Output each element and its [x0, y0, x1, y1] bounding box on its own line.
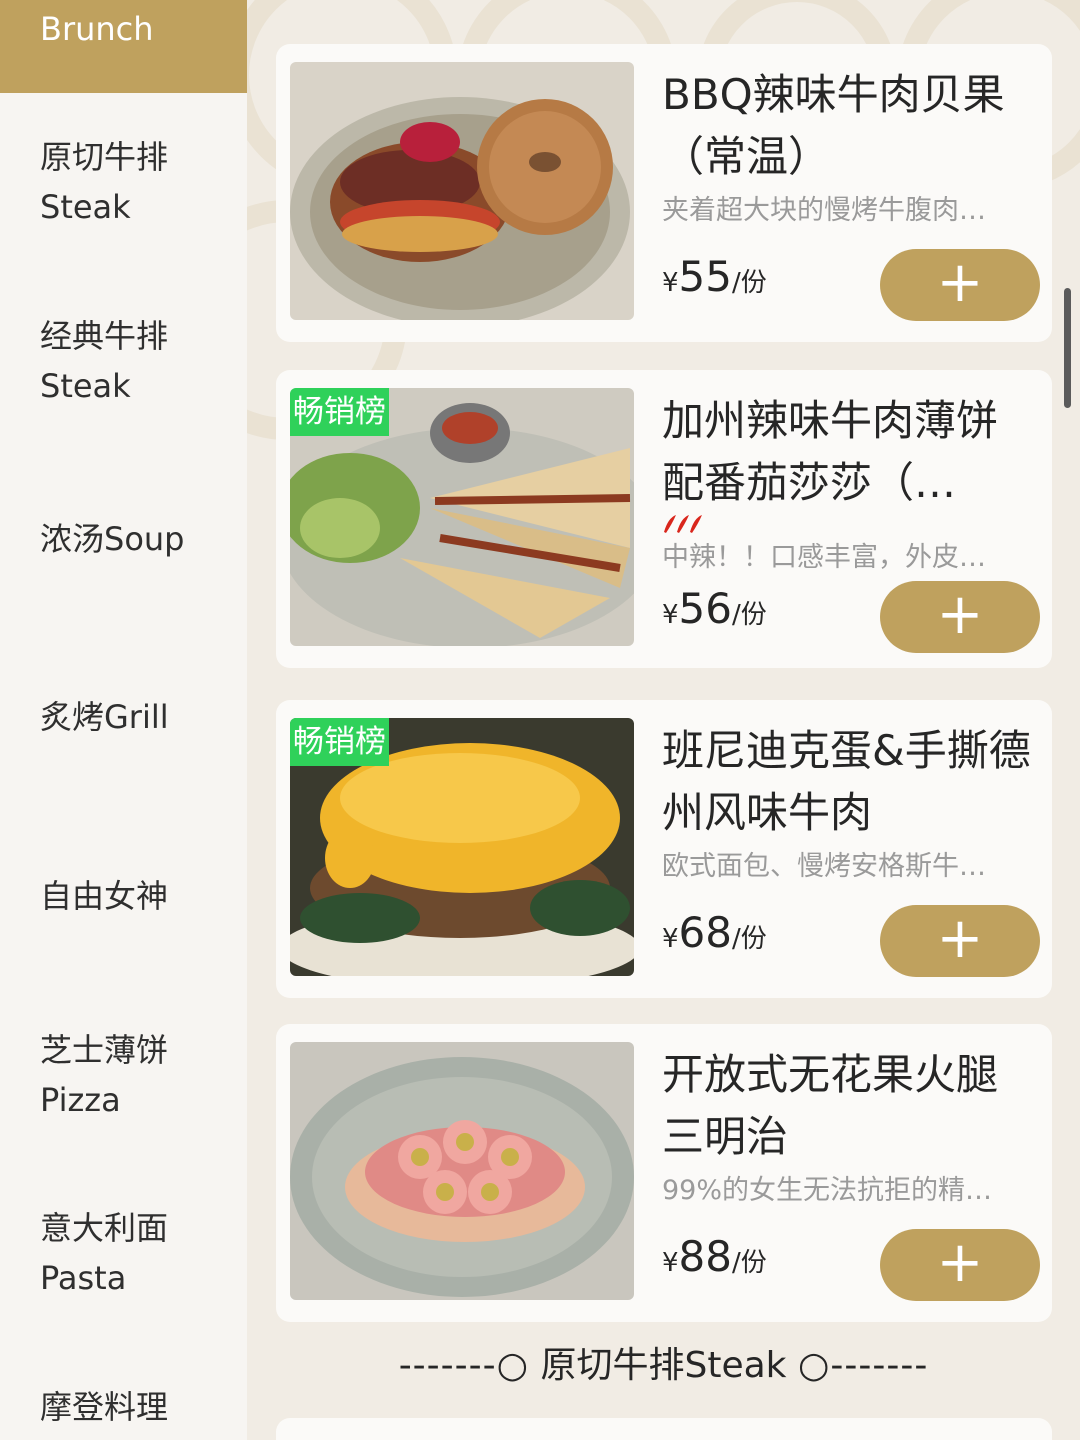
product-photo-fig-sandwich: [290, 1042, 634, 1300]
bestseller-badge: 畅销榜: [290, 388, 389, 436]
sidebar-item-label: 浓汤Soup: [40, 520, 185, 558]
currency-symbol: ¥: [662, 268, 679, 298]
product-price: ¥56/份: [662, 584, 767, 633]
sidebar-item-label: 原切牛排: [40, 138, 169, 176]
product-description: 99%的女生无法抗拒的精…: [662, 1175, 993, 1206]
price-amount: 88: [678, 1232, 732, 1281]
price-unit: /份: [732, 1248, 767, 1278]
product-card[interactable]: 开放式无花果火腿三明治 99%的女生无法抗拒的精… ¥88/份 +: [276, 1024, 1052, 1322]
sidebar-item-sublabel: Steak: [40, 188, 131, 226]
sidebar-item-liberty[interactable]: 自由女神: [0, 871, 247, 921]
sidebar-item-brunch[interactable]: Brunch: [0, 0, 247, 93]
price-unit: /份: [732, 600, 767, 630]
sidebar-item-classic-steak[interactable]: 经典牛排 Steak: [0, 311, 247, 411]
add-to-cart-button[interactable]: +: [880, 581, 1040, 653]
product-card[interactable]: [276, 1418, 1052, 1440]
product-title: 开放式无花果火腿三明治: [662, 1050, 999, 1161]
plus-icon: +: [936, 250, 984, 315]
sidebar-item-label: 自由女神: [40, 877, 169, 915]
plus-icon: +: [936, 906, 984, 971]
add-to-cart-button[interactable]: +: [880, 1229, 1040, 1301]
sidebar-item-label: 意大利面: [40, 1209, 169, 1247]
product-title: 班尼迪克蛋&手撕德州风味牛肉: [662, 726, 1031, 837]
product-card[interactable]: 畅销榜 加州辣味牛肉薄饼配番茄莎莎（… 中辣！！口感丰富，外皮… ¥56/份 +: [276, 370, 1052, 668]
sidebar-item-pasta[interactable]: 意大利面 Pasta: [0, 1203, 247, 1303]
sidebar-item-raw-steak[interactable]: 原切牛排 Steak: [0, 132, 247, 232]
price-unit: /份: [732, 924, 767, 954]
product-title: 加州辣味牛肉薄饼配番茄莎莎（…: [662, 396, 999, 507]
sidebar-item-label: 炙烤Grill: [40, 698, 169, 736]
sidebar-item-modern[interactable]: 摩登料理: [0, 1382, 247, 1432]
sidebar-item-sublabel: Pizza: [40, 1081, 121, 1119]
section-divider-right: ○-------: [797, 1345, 929, 1386]
currency-symbol: ¥: [662, 1248, 679, 1278]
price-amount: 55: [678, 252, 732, 301]
product-photo-bagel: [290, 62, 634, 320]
product-card[interactable]: 畅销榜 班尼迪克蛋&手撕德州风味牛肉 欧式面包、慢烤安格斯牛… ¥68/份 +: [276, 700, 1052, 998]
product-price: ¥68/份: [662, 908, 767, 957]
price-unit: /份: [732, 268, 767, 298]
sidebar-item-sublabel: Steak: [40, 367, 131, 405]
product-price: ¥55/份: [662, 252, 767, 301]
sidebar-item-grill[interactable]: 炙烤Grill: [0, 692, 247, 742]
sidebar-item-label: 经典牛排: [40, 317, 169, 355]
product-description: 中辣！！口感丰富，外皮…: [662, 542, 986, 573]
sidebar-item-pizza[interactable]: 芝士薄饼 Pizza: [0, 1025, 247, 1125]
currency-symbol: ¥: [662, 924, 679, 954]
section-title: 原切牛排Steak: [540, 1345, 787, 1386]
plus-icon: +: [936, 1230, 984, 1295]
sidebar-item-label: Brunch: [40, 10, 154, 48]
add-to-cart-button[interactable]: +: [880, 249, 1040, 321]
sidebar-item-soup[interactable]: 浓汤Soup: [0, 514, 247, 564]
sidebar-item-sublabel: Pasta: [40, 1259, 127, 1297]
add-to-cart-button[interactable]: +: [880, 905, 1040, 977]
price-amount: 68: [678, 908, 732, 957]
product-card[interactable]: BBQ辣味牛肉贝果（常温） 夹着超大块的慢烤牛腹肉… ¥55/份 +: [276, 44, 1052, 342]
product-photo-eggs-benedict: 畅销榜: [290, 718, 634, 976]
product-list: BBQ辣味牛肉贝果（常温） 夹着超大块的慢烤牛腹肉… ¥55/份 + 畅销榜 加…: [247, 0, 1080, 1440]
section-divider-left: -------○: [398, 1345, 530, 1386]
spicy-chili-icon: [662, 512, 706, 538]
plus-icon: +: [936, 582, 984, 647]
sidebar-item-label: 芝士薄饼: [40, 1031, 169, 1069]
category-sidebar: Brunch 原切牛排 Steak 经典牛排 Steak 浓汤Soup 炙烤Gr…: [0, 0, 247, 1440]
product-photo-quesadilla: 畅销榜: [290, 388, 634, 646]
product-description: 欧式面包、慢烤安格斯牛…: [662, 851, 986, 882]
sidebar-item-label: 摩登料理: [40, 1388, 169, 1426]
scrollbar-thumb[interactable]: [1064, 288, 1071, 408]
currency-symbol: ¥: [662, 600, 679, 630]
product-description: 夹着超大块的慢烤牛腹肉…: [662, 195, 986, 226]
price-amount: 56: [678, 584, 732, 633]
product-title: BBQ辣味牛肉贝果（常温）: [662, 70, 1005, 181]
product-price: ¥88/份: [662, 1232, 767, 1281]
bestseller-badge: 畅销榜: [290, 718, 389, 766]
section-header-steak: -------○ 原切牛排Steak ○-------: [247, 1336, 1080, 1396]
